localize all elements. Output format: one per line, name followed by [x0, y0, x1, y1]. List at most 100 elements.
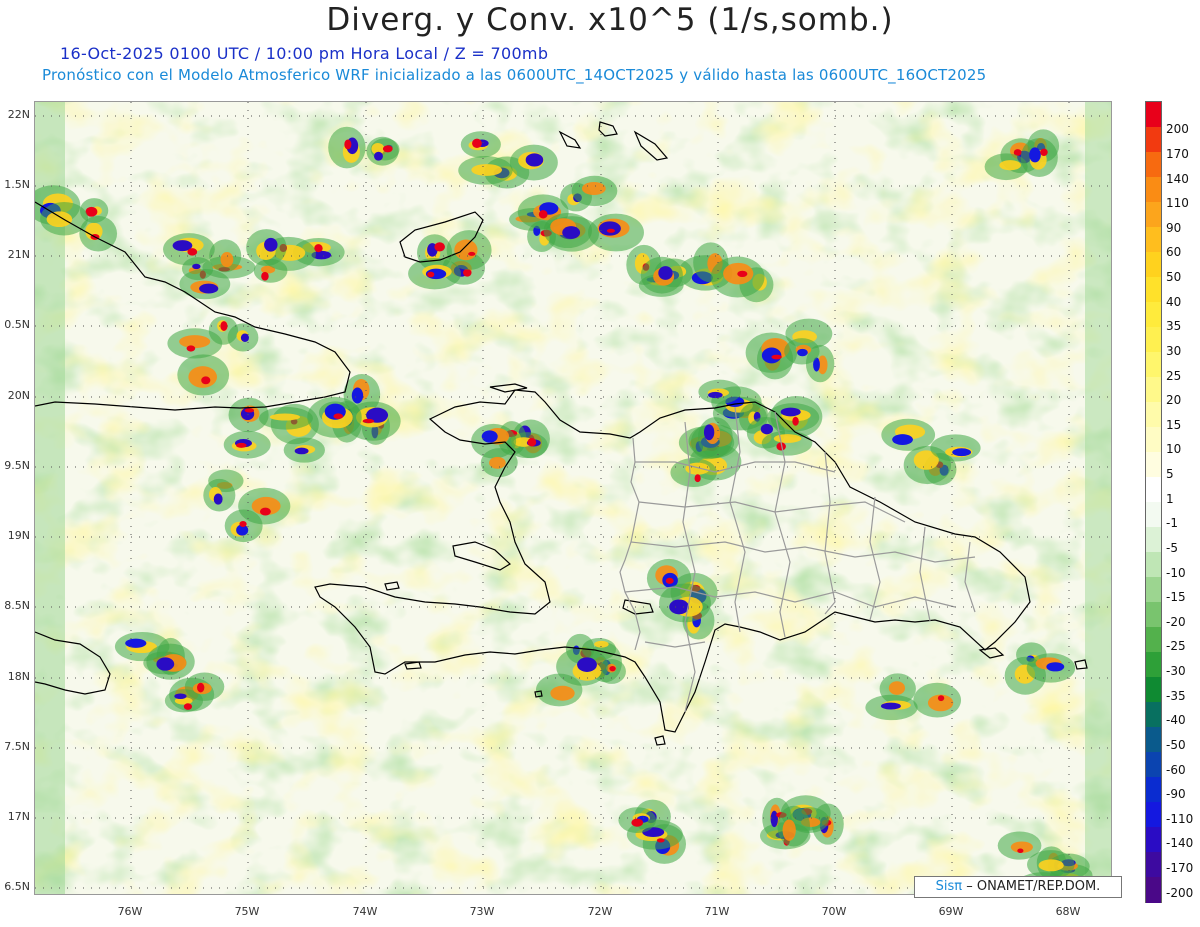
colorbar-segment [1146, 202, 1161, 228]
map-panel[interactable] [34, 101, 1112, 895]
colorbar-label: 170 [1166, 146, 1189, 161]
divergence-peak [694, 474, 701, 483]
lat-tick-label: 8.5N [4, 599, 30, 612]
divergence-peak [737, 270, 748, 278]
credit-box: Sisπ – ONAMET/REP.DOM. [914, 876, 1122, 898]
convergence-core [525, 153, 544, 167]
colorbar-label: -110 [1166, 811, 1194, 826]
divergence-peak [792, 416, 799, 426]
divergence-peak [665, 577, 674, 584]
divergence-peak [434, 242, 445, 252]
lat-tick-label: 22N [7, 108, 30, 121]
colorbar-segment [1146, 102, 1161, 128]
divergence-peak [201, 376, 211, 385]
divergence-core [454, 239, 478, 261]
colorbar-segment [1146, 627, 1161, 653]
lon-tick-label: 74W [352, 905, 378, 918]
divergence-peak [183, 703, 192, 710]
divergence-peak [937, 695, 945, 702]
colorbar-label: -140 [1166, 836, 1194, 851]
divergence-core [999, 160, 1022, 171]
colorbar-segment [1146, 127, 1161, 153]
divergence-peak [463, 268, 472, 277]
divergence-core [1038, 859, 1064, 872]
colorbar-segment [1146, 527, 1161, 553]
colorbar-segment [1146, 177, 1161, 203]
divergence-peak [244, 408, 255, 413]
lat-tick-label: 19N [7, 529, 30, 542]
colorbar-segment [1146, 552, 1161, 578]
divergence-peak [220, 321, 228, 331]
colorbar-label: -25 [1166, 639, 1186, 654]
convergence-core [562, 226, 581, 239]
colorbar-label: -35 [1166, 688, 1186, 703]
divergence-core [269, 413, 301, 421]
divergence-peak [1017, 848, 1024, 854]
divergence-peak [344, 139, 352, 150]
lon-tick-label: 73W [469, 905, 495, 918]
divergence-peak [333, 413, 344, 419]
east-edge-band [1085, 102, 1111, 894]
lat-tick-label: 17N [7, 810, 30, 823]
colorbar-segment [1146, 802, 1161, 828]
lat-tick-label: 6.5N [4, 880, 30, 893]
divergence-peak [362, 418, 375, 424]
colorbar-segment [1146, 402, 1161, 428]
colorbar-segment [1146, 727, 1161, 753]
colorbar-label: 110 [1166, 196, 1189, 211]
divergence-map[interactable] [35, 102, 1112, 895]
convergence-core [952, 448, 972, 457]
convergence-core [703, 424, 715, 441]
convergence-core [351, 387, 364, 404]
lat-tick-label: 18N [7, 670, 30, 683]
colorbar-label: 30 [1166, 343, 1182, 358]
convergence-core [213, 493, 223, 505]
colorbar-segment [1146, 352, 1161, 378]
lon-tick-label: 69W [938, 905, 964, 918]
divergence-core [471, 164, 503, 176]
lat-tick-label: 1.5N [4, 178, 30, 191]
colorbar-segment [1146, 227, 1161, 253]
colorbar-segment [1146, 427, 1161, 453]
lon-tick-label: 72W [587, 905, 613, 918]
convergence-core [264, 237, 278, 252]
lon-tick-label: 76W [117, 905, 143, 918]
convergence-core [481, 430, 498, 443]
convergence-core [1046, 662, 1065, 672]
divergence-core [581, 181, 606, 196]
convergence-core [374, 151, 383, 161]
colorbar-label: -50 [1166, 737, 1186, 752]
colorbar-label: -200 [1166, 885, 1194, 900]
colorbar-label: -40 [1166, 713, 1186, 728]
convergence-core [780, 407, 801, 417]
lat-tick-label: 20N [7, 389, 30, 402]
colorbar-segment [1146, 577, 1161, 603]
convergence-core [797, 348, 808, 357]
convergence-core [598, 221, 621, 236]
divergence-peak [239, 521, 247, 528]
colorbar-label: -5 [1166, 540, 1178, 555]
divergence-peak [656, 838, 665, 843]
colorbar-label: 1 [1166, 491, 1174, 506]
convergence-core [880, 702, 901, 710]
colorbar-label: -90 [1166, 787, 1186, 802]
colorbar-segment [1146, 752, 1161, 778]
colorbar-label: -170 [1166, 861, 1194, 876]
divergence-core [46, 211, 73, 228]
divergence-peak [382, 145, 393, 153]
lat-tick-label: 9.5N [4, 459, 30, 472]
divergence-peak [472, 138, 482, 148]
divergence-core [188, 366, 217, 388]
colorbar-segment [1146, 702, 1161, 728]
divergence-peak [606, 228, 616, 233]
convergence-core [294, 447, 309, 455]
convergence-core [669, 599, 689, 615]
divergence-peak [609, 665, 616, 672]
divergence-core [888, 681, 906, 695]
colorbar-segment [1146, 852, 1161, 878]
colorbar-label: 50 [1166, 270, 1182, 285]
colorbar-label: 140 [1166, 171, 1189, 186]
colorbar-segment [1146, 377, 1161, 403]
divergence-peak [186, 345, 196, 352]
colorbar-segment [1146, 302, 1161, 328]
